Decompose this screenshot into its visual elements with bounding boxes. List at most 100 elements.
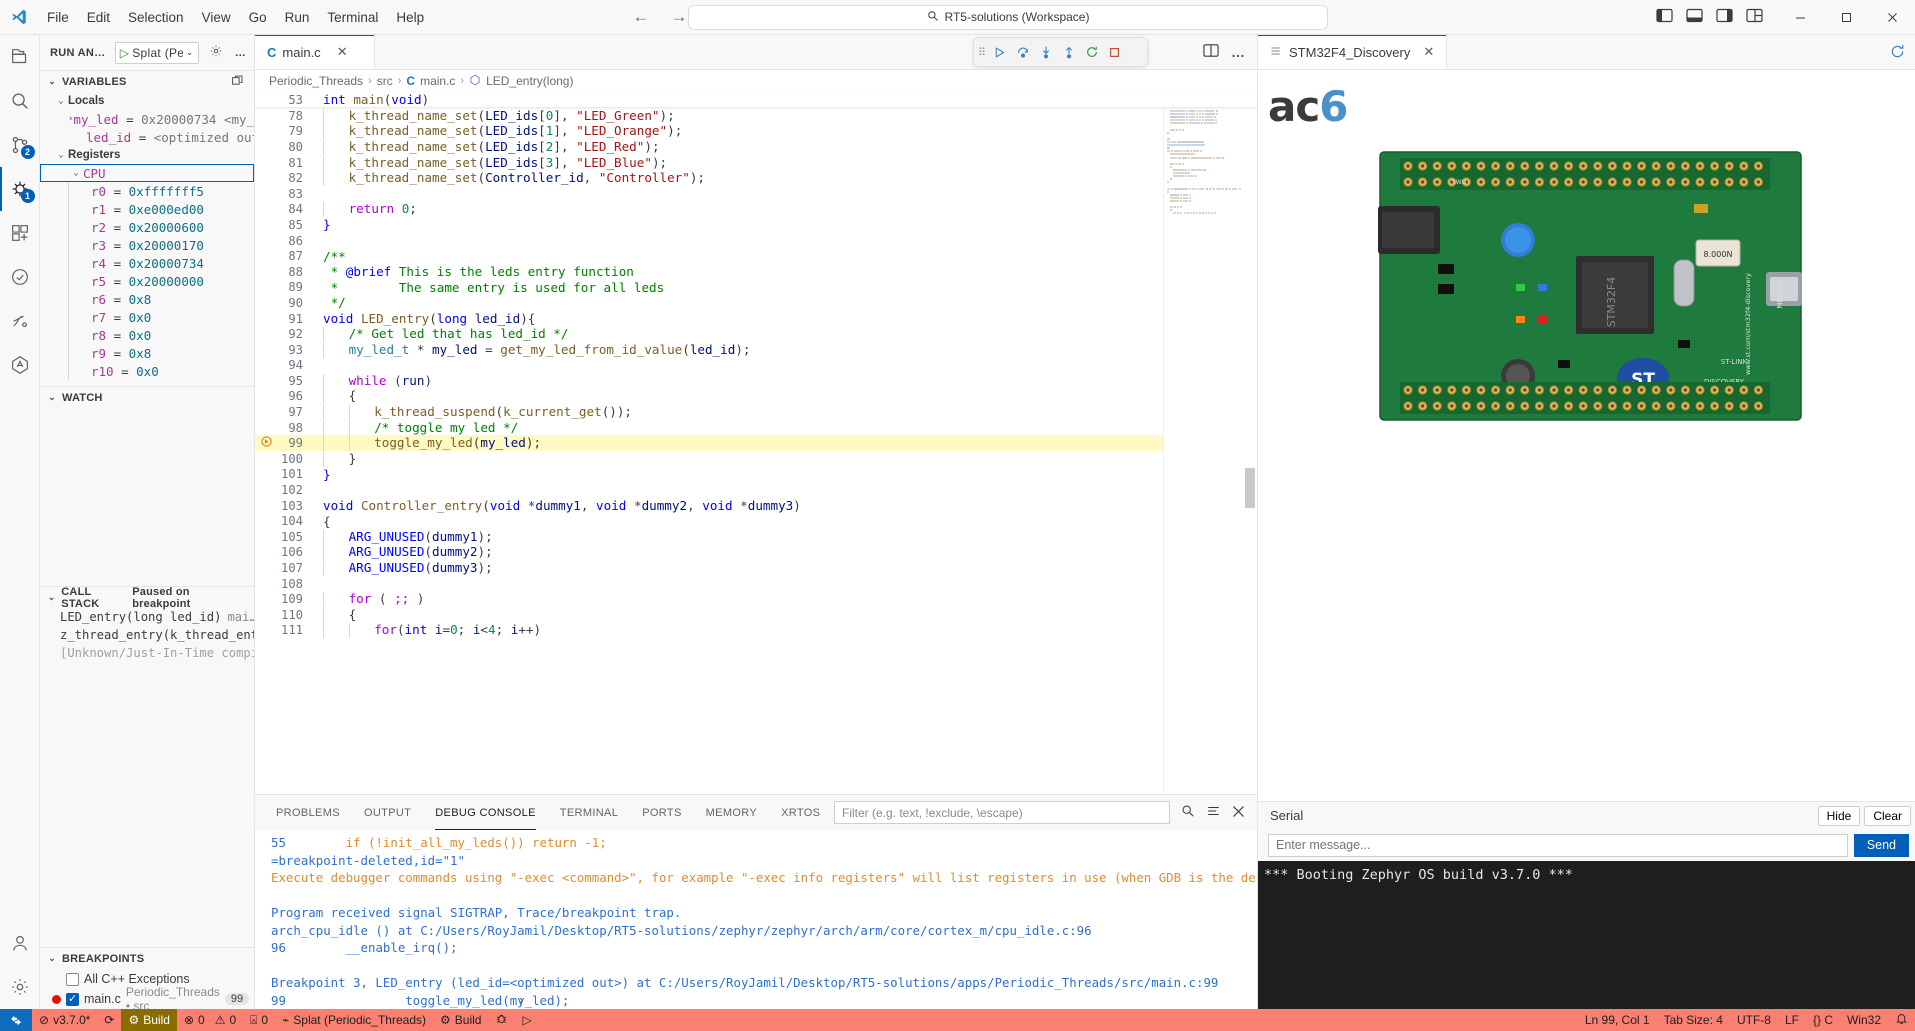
toggle-primary-sidebar-icon[interactable]: [1656, 8, 1673, 26]
checkbox[interactable]: [66, 972, 79, 986]
breadcrumb-folder[interactable]: Periodic_Threads: [269, 74, 363, 88]
remote-indicator[interactable]: [0, 1009, 32, 1031]
step-over-button[interactable]: [1012, 41, 1033, 63]
code-line[interactable]: 104 {: [255, 513, 1163, 529]
register-row[interactable]: r4 = 0x20000734: [87, 254, 254, 272]
menu-file[interactable]: File: [38, 7, 78, 28]
variables-header[interactable]: ⌄ VARIABLES: [40, 70, 254, 92]
customize-layout-icon[interactable]: [1746, 8, 1763, 26]
menu-edit[interactable]: Edit: [78, 7, 119, 28]
menu-view[interactable]: View: [193, 7, 240, 28]
variable-row[interactable]: › my_led = 0x20000734 <my_blue_…: [40, 110, 254, 128]
register-row[interactable]: r5 = 0x20000000: [87, 272, 254, 290]
callstack-header[interactable]: ⌄ CALL STACK Paused on breakpoint: [40, 586, 254, 610]
breadcrumb-symbol[interactable]: LED_entry(long): [486, 74, 573, 88]
register-row[interactable]: r2 = 0x20000600: [87, 218, 254, 236]
toggle-secondary-sidebar-icon[interactable]: [1716, 8, 1733, 26]
stm32f4-discovery-board-image[interactable]: STM32F4 8.000N ST ST-LINK MB997A www.st.…: [1378, 144, 1803, 429]
status-ports[interactable]: ⍓ 0: [243, 1009, 275, 1031]
editor-tab-main-c[interactable]: C main.c ✕: [255, 35, 375, 69]
status-build-2[interactable]: ⚙ Build: [433, 1009, 488, 1031]
status-notifications[interactable]: [1888, 1009, 1915, 1031]
step-out-button[interactable]: [1058, 41, 1079, 63]
continue-button[interactable]: [989, 41, 1010, 63]
code-line[interactable]: 83: [255, 186, 1163, 202]
status-sync-changes[interactable]: ⟳: [97, 1009, 121, 1031]
status-language-mode[interactable]: {} C: [1806, 1009, 1840, 1031]
serial-output[interactable]: *** Booting Zephyr OS build v3.7.0 ***: [1258, 861, 1915, 1009]
panel-tab-debug-console[interactable]: DEBUG CONSOLE: [424, 795, 547, 830]
callstack-frame[interactable]: z_thread_entry(k_thread_entry_t: [40, 626, 254, 644]
code-line[interactable]: 96 {: [255, 388, 1163, 405]
chevron-down-icon[interactable]: ⌄: [186, 47, 194, 58]
more-actions-icon[interactable]: …: [229, 47, 246, 59]
register-row[interactable]: r8 = 0x0: [87, 326, 254, 344]
registers-cpu-group[interactable]: ⌄ CPU: [40, 164, 254, 182]
activitybar-source-control[interactable]: 2: [0, 123, 40, 167]
gear-icon[interactable]: [205, 44, 223, 61]
maximize-button[interactable]: [1823, 0, 1869, 35]
variables-group-locals[interactable]: ⌄ Locals: [40, 92, 254, 110]
chevron-down-icon[interactable]: ⌄: [46, 76, 58, 87]
code-line[interactable]: 81 k_thread_name_set(LED_ids[3], "LED_Blu…: [255, 155, 1163, 171]
callstack-frame[interactable]: [Unknown/Just-In-Time compiled c: [40, 644, 254, 662]
code-line[interactable]: 80 k_thread_name_set(LED_ids[2], "LED_Red…: [255, 139, 1163, 155]
serial-clear-button[interactable]: Clear: [1864, 805, 1911, 826]
code-lines[interactable]: 78 k_thread_name_set(LED_ids[0], "LED_Gre…: [255, 108, 1163, 794]
step-into-button[interactable]: [1035, 41, 1056, 63]
chevron-down-icon[interactable]: ⌄: [54, 96, 68, 106]
status-debug-bug[interactable]: [488, 1009, 515, 1031]
code-line[interactable]: 94: [255, 358, 1163, 374]
variable-row[interactable]: led_id = <optimized out>: [40, 128, 254, 146]
register-row[interactable]: r9 = 0x8: [87, 344, 254, 362]
menu-terminal[interactable]: Terminal: [318, 7, 387, 28]
search-icon[interactable]: [1181, 804, 1195, 821]
back-arrow-icon[interactable]: ←: [630, 7, 652, 27]
scrollbar-thumb[interactable]: [1245, 468, 1255, 508]
code-line[interactable]: 92 /* Get led that has led_id */: [255, 326, 1163, 343]
callstack-frame[interactable]: LED_entry(long led_id) mai…: [40, 608, 254, 626]
code-line[interactable]: 87 /**: [255, 248, 1163, 264]
code-line[interactable]: 105 ARG_UNUSED(dummy1);: [255, 529, 1163, 545]
serial-message-input[interactable]: [1268, 833, 1848, 857]
code-line[interactable]: 86: [255, 233, 1163, 249]
status-eol[interactable]: LF: [1778, 1009, 1806, 1031]
breakpoint-marker-icon[interactable]: [255, 436, 277, 450]
restart-button[interactable]: [1081, 41, 1102, 63]
minimize-button[interactable]: [1777, 0, 1823, 35]
debug-console-output[interactable]: › 55 if (!init_all_my_leds()) return -1;…: [255, 830, 1257, 1009]
code-line[interactable]: 103 void Controller_entry(void *dummy1, v…: [255, 498, 1163, 514]
status-problems[interactable]: ⊗ 0 ⚠ 0: [177, 1009, 243, 1031]
register-row[interactable]: r7 = 0x0: [87, 308, 254, 326]
start-debug-icon[interactable]: ▷: [120, 46, 130, 60]
activitybar-search[interactable]: [0, 79, 40, 123]
activitybar-testing[interactable]: [0, 255, 40, 299]
clear-console-icon[interactable]: [1206, 804, 1221, 821]
status-zephyr-version[interactable]: ⊘ v3.7.0*: [32, 1009, 97, 1031]
code-line[interactable]: 107 ARG_UNUSED(dummy3);: [255, 560, 1163, 577]
close-window-button[interactable]: [1869, 0, 1915, 35]
code-line[interactable]: 111 for(int i=0; i<4; i++): [255, 622, 1163, 639]
panel-tab-ports[interactable]: PORTS: [631, 795, 692, 830]
code-line[interactable]: 78 k_thread_name_set(LED_ids[0], "LED_Gre…: [255, 108, 1163, 124]
code-line[interactable]: 106 ARG_UNUSED(dummy2);: [255, 544, 1163, 561]
code-line[interactable]: 110 {: [255, 607, 1163, 623]
launch-config-dropdown[interactable]: ▷ Splat (Peric ⌄: [114, 41, 199, 64]
register-row[interactable]: r6 = 0x8: [87, 290, 254, 308]
drag-handle-icon[interactable]: ⠿: [978, 46, 987, 59]
tab-stm32f4-discovery[interactable]: STM32F4_Discovery ✕: [1258, 35, 1448, 69]
code-line[interactable]: 97 k_thread_suspend(k_current_get());: [255, 404, 1163, 421]
serial-send-button[interactable]: Send: [1853, 833, 1909, 857]
close-icon[interactable]: ✕: [337, 44, 348, 60]
register-row[interactable]: r3 = 0x20000170: [87, 236, 254, 254]
breadcrumb-file[interactable]: main.c: [420, 74, 455, 88]
register-row[interactable]: r10 = 0x0: [87, 362, 254, 380]
console-filter-input[interactable]: Filter (e.g. text, !exclude, \escape): [834, 801, 1170, 824]
chevron-down-icon[interactable]: ⌄: [46, 392, 58, 403]
code-line[interactable]: 79 k_thread_name_set(LED_ids[1], "LED_Ora…: [255, 123, 1163, 140]
code-line[interactable]: 100}: [255, 451, 1163, 467]
register-row[interactable]: r0 = 0xfffffff5: [87, 182, 254, 200]
code-line[interactable]: 91 void LED_entry(long led_id){: [255, 311, 1163, 327]
console-prompt-icon[interactable]: ›: [519, 992, 523, 1007]
chevron-down-icon[interactable]: ⌄: [54, 150, 68, 160]
